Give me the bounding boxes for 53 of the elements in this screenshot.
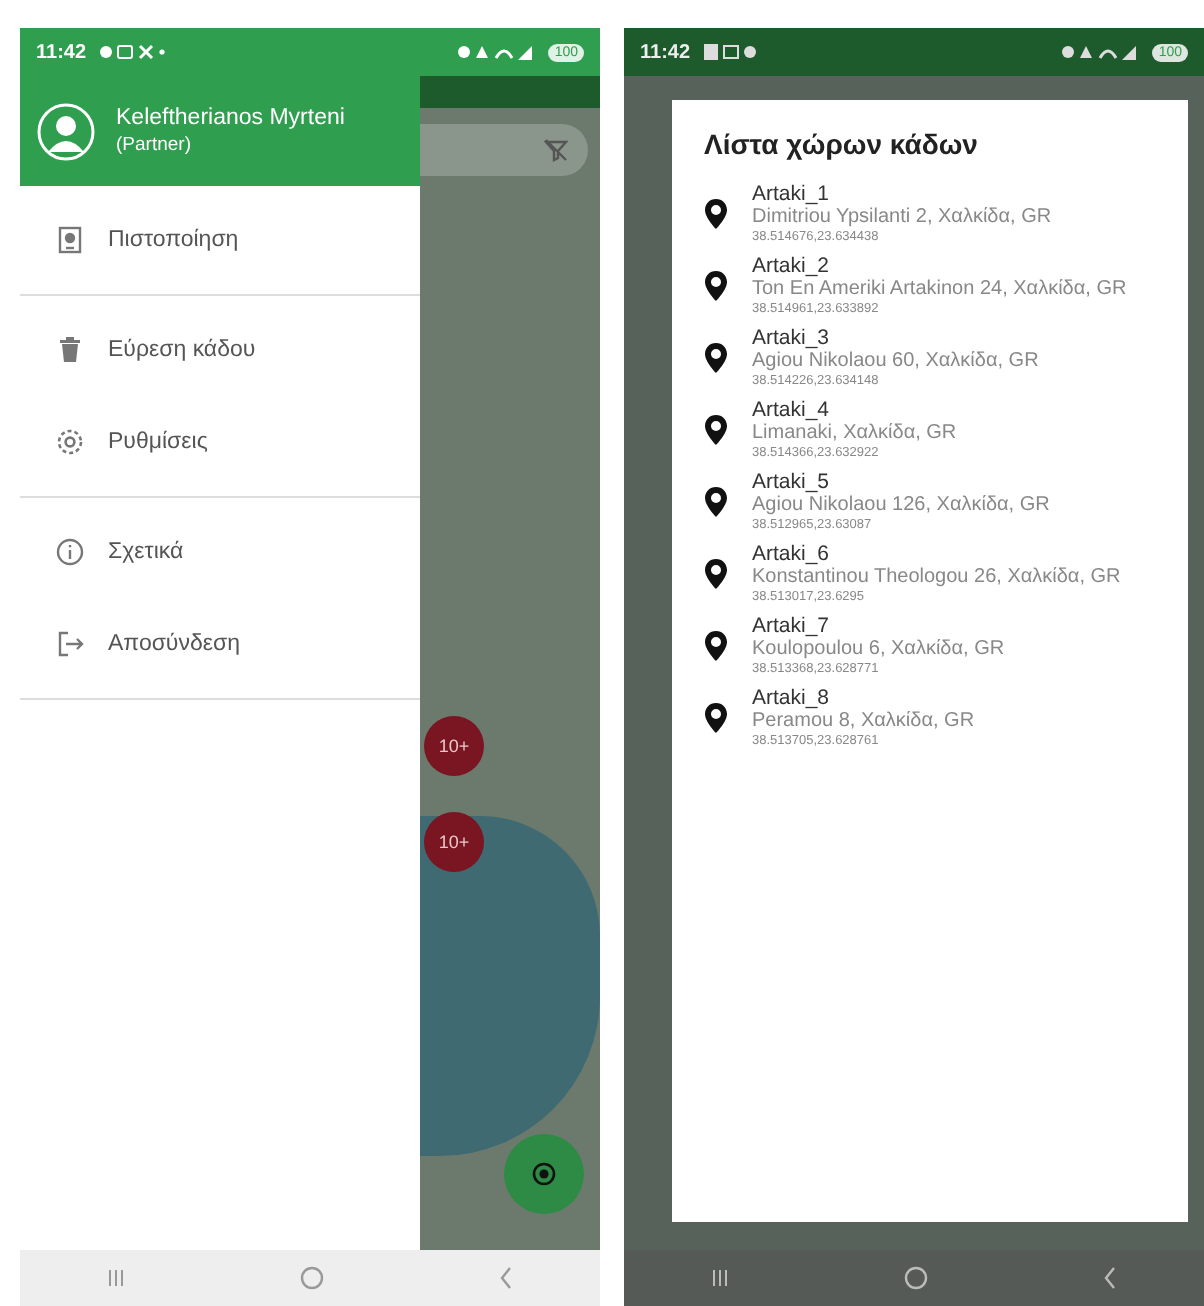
user-name: Keleftherianos Myrteni: [116, 106, 345, 130]
location-pin-icon: [704, 197, 728, 229]
home-icon[interactable]: [903, 1266, 928, 1290]
location-address: Koulopoulou 6, Χαλκίδα, GR: [752, 638, 1005, 662]
location-address: Limanaki, Χαλκίδα, GR: [752, 422, 957, 446]
trash-bin-icon: [56, 336, 84, 364]
location-pin-icon: [704, 269, 728, 301]
certificate-icon: [56, 226, 84, 254]
location-name: Artaki_5: [752, 470, 832, 494]
recent-apps-icon[interactable]: [710, 1268, 731, 1288]
drawer-menu-item[interactable]: Αποσύνδεση: [20, 598, 420, 690]
avatar-icon: [36, 101, 96, 161]
location-name: Artaki_4: [752, 398, 832, 422]
drawer-menu-item[interactable]: Ρυθμίσεις: [20, 396, 420, 488]
location-name: Artaki_3: [752, 326, 832, 350]
status-time: 11:42: [36, 41, 87, 63]
location-button[interactable]: [504, 1134, 584, 1214]
status-icons-drawing: [1060, 42, 1141, 62]
home-icon[interactable]: [299, 1266, 324, 1290]
location-icon: [530, 1160, 558, 1188]
location-address: Peramou 8, Χαλκίδα, GR: [752, 710, 975, 734]
cluster-marker[interactable]: 10+: [424, 716, 484, 776]
back-icon[interactable]: [497, 1266, 514, 1290]
status-time: 11:42: [640, 41, 691, 63]
location-name: Artaki_8: [752, 686, 832, 710]
dialog-title: Λίστα χώρων κάδων: [704, 128, 980, 160]
drawer-menu-item[interactable]: Εύρεση κάδου: [20, 304, 420, 396]
status-icons-drawing: [456, 42, 537, 62]
location-address: Ton En Ameriki Artakinon 24, Χαλκίδα, GR: [752, 278, 1127, 302]
location-pin-icon: [704, 341, 728, 373]
notification-icons-drawing: [98, 42, 167, 62]
location-address: Agiou Nikolaou 60, Χαλκίδα, GR: [752, 350, 1039, 374]
drawer-menu-item[interactable]: Πιστοποίηση: [20, 194, 420, 286]
settings-icon: [56, 428, 84, 456]
filter-off-icon: [544, 138, 568, 162]
location-pin-icon: [704, 629, 728, 661]
location-pin-icon: [704, 701, 728, 733]
location-address: Dimitriou Ypsilanti 2, Χαλκίδα, GR: [752, 206, 1052, 230]
location-address: Agiou Nikolaou 126, Χαλκίδα, GR: [752, 494, 1050, 518]
user-role: (Partner): [116, 134, 193, 156]
drawer-menu-item[interactable]: Σχετικά: [20, 506, 420, 598]
location-name: Artaki_2: [752, 254, 832, 278]
location-pin-icon: [704, 413, 728, 445]
location-name: Artaki_6: [752, 542, 832, 566]
recent-apps-icon[interactable]: [106, 1268, 127, 1288]
location-address: Konstantinou Theologou 26, Χαλκίδα, GR: [752, 566, 1121, 590]
location-pin-icon: [704, 557, 728, 589]
location-pin-icon: [704, 485, 728, 517]
back-icon[interactable]: [1101, 1266, 1118, 1290]
logout-icon: [56, 630, 84, 658]
location-name: Artaki_7: [752, 614, 832, 638]
location-name: Artaki_1: [752, 182, 832, 206]
info-icon: [56, 538, 84, 566]
